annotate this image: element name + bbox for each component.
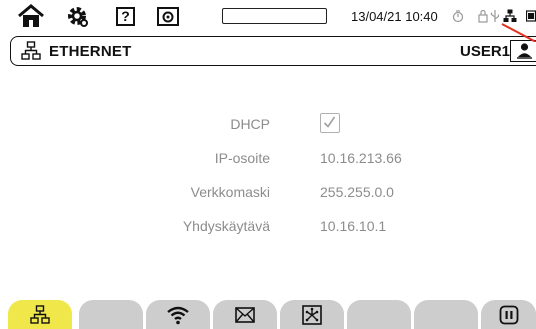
tab-ethernet[interactable]: [8, 300, 72, 329]
status-bar: ? 13/04/21 10:40: [0, 0, 536, 32]
netmask-label: Verkkomaski: [190, 184, 270, 200]
gear-icon[interactable]: [64, 4, 90, 28]
tab-pause[interactable]: [481, 300, 536, 329]
tab-empty-7[interactable]: [414, 300, 478, 329]
usb-icon: [490, 8, 500, 24]
tab-empty-2[interactable]: [79, 300, 143, 329]
wifi-icon: [167, 306, 189, 324]
dhcp-checkbox[interactable]: [320, 113, 340, 133]
lock-icon: [478, 8, 488, 24]
tab-empty-6[interactable]: [347, 300, 411, 329]
camera-icon[interactable]: [157, 7, 179, 26]
gateway-label: Yhdyskäytävä: [182, 218, 270, 234]
hub-icon: [302, 304, 322, 325]
network-icon: [30, 304, 50, 324]
storage-bar: [222, 8, 327, 24]
dhcp-label: DHCP: [230, 116, 270, 132]
tab-wifi[interactable]: [146, 300, 210, 329]
user-label: USER1: [460, 43, 511, 60]
user-button[interactable]: [510, 40, 536, 62]
tab-hub[interactable]: [280, 300, 344, 329]
gateway-value[interactable]: 10.16.10.1: [320, 218, 386, 234]
bottom-tab-bar: [0, 300, 536, 329]
datetime: 13/04/21 10:40: [351, 9, 438, 24]
home-icon[interactable]: [16, 4, 46, 28]
ip-label: IP-osoite: [214, 150, 270, 166]
page-title: ETHERNET: [49, 43, 132, 60]
mail-icon: [235, 306, 255, 323]
user-icon: [517, 43, 532, 59]
ip-value[interactable]: 10.16.213.66: [320, 150, 402, 166]
timer-icon: [452, 8, 464, 24]
check-icon: [323, 116, 336, 128]
network-icon: [21, 41, 41, 66]
help-icon[interactable]: ?: [116, 7, 135, 26]
battery-icon: [526, 8, 536, 24]
network-icon: [503, 8, 517, 24]
page-header: ETHERNET USER1: [10, 36, 536, 66]
netmask-value[interactable]: 255.255.0.0: [320, 184, 394, 200]
pause-icon: [499, 305, 518, 324]
tab-mail[interactable]: [213, 300, 277, 329]
